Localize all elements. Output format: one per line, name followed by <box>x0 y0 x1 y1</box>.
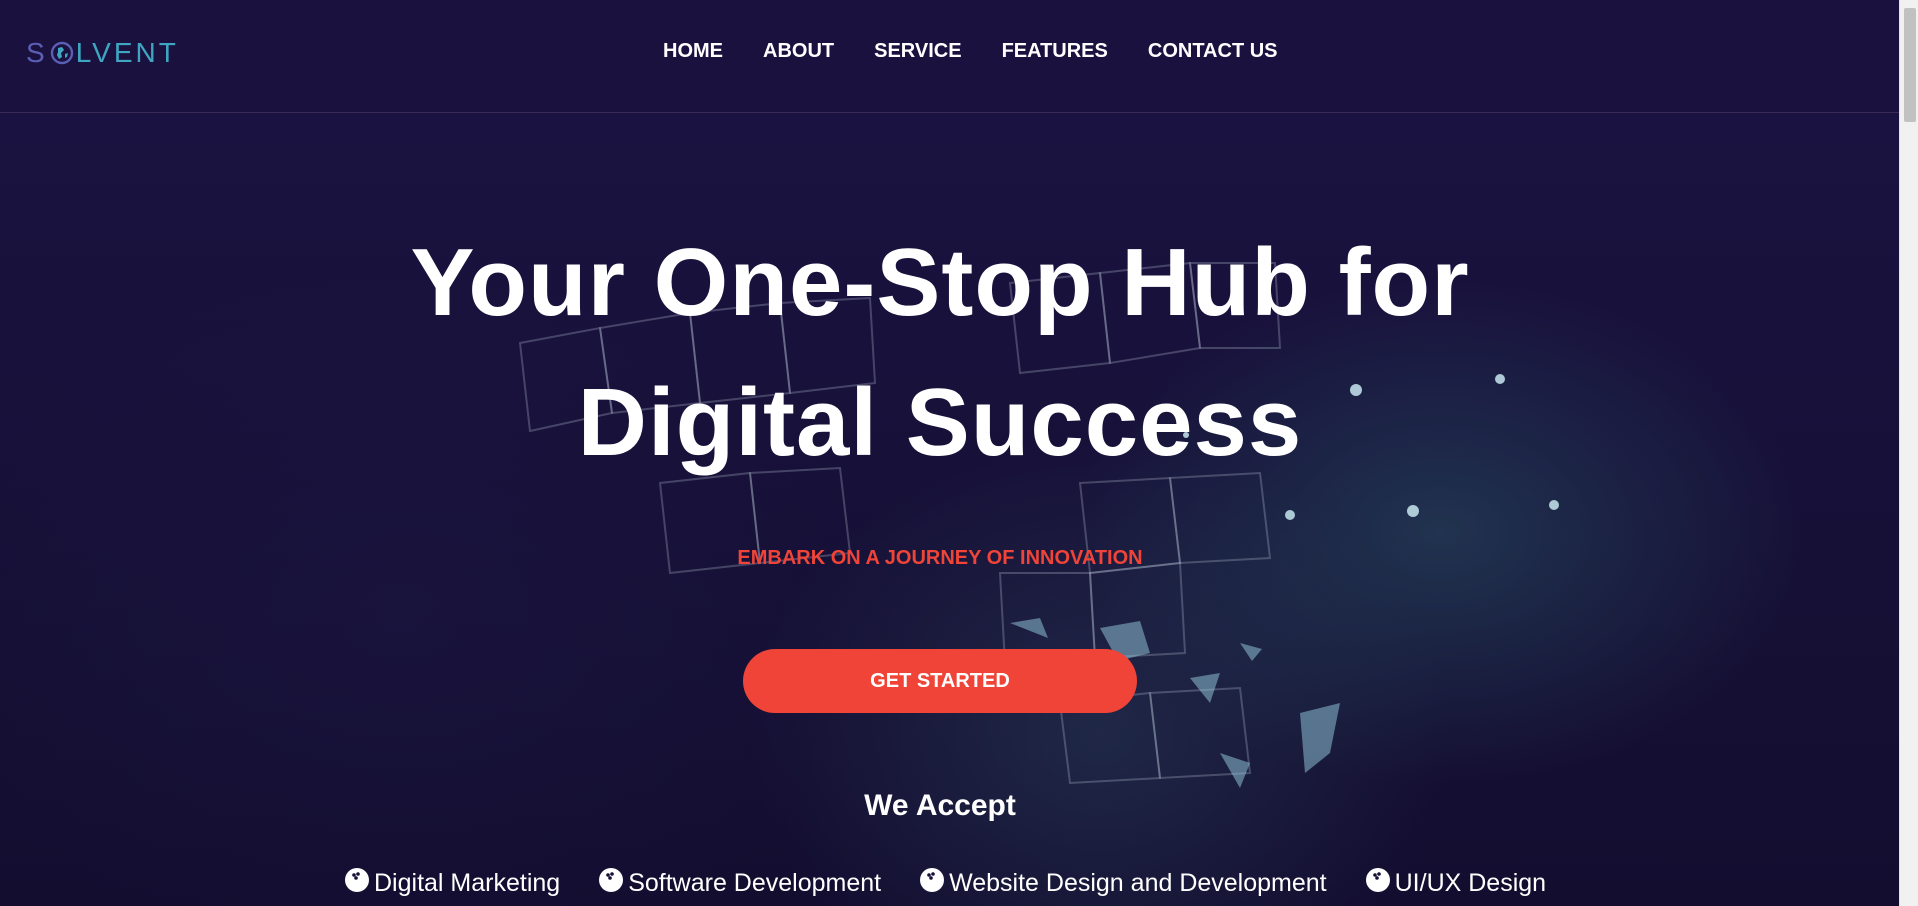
service-label: Digital Marketing <box>374 869 561 897</box>
logo[interactable]: S LVENT <box>26 36 179 70</box>
hero-title-line1: Your One-Stop Hub for <box>410 229 1470 336</box>
get-started-button[interactable]: GET STARTED <box>743 649 1137 713</box>
service-item-ui-ux-design: UI/UX Design <box>1365 867 1547 898</box>
hero-tagline: EMBARK ON A JOURNEY OF INNOVATION <box>737 547 1143 569</box>
bowling-ball-icon <box>1365 867 1390 892</box>
hero-title: Your One-Stop Hub for Digital Success <box>0 213 1880 493</box>
nav-item-contact-us[interactable]: CONTACT US <box>1148 40 1278 63</box>
services-list: Digital Marketing Software Development W… <box>344 867 1584 898</box>
nav-item-home[interactable]: HOME <box>663 40 723 63</box>
bowling-ball-icon <box>345 867 369 892</box>
service-label: UI/UX Design <box>1394 869 1547 897</box>
nav-list: HOME ABOUT SERVICE FEATURES CONTACT US <box>663 40 1318 63</box>
logo-text-end: LVENT <box>75 37 179 68</box>
page-scrollbar[interactable] <box>1899 0 1918 906</box>
bowling-ball-icon <box>599 867 624 892</box>
nav-item-features[interactable]: FEATURES <box>1002 40 1108 63</box>
service-label: Website Design and Development <box>949 869 1327 897</box>
nav-item-about[interactable]: ABOUT <box>763 40 834 63</box>
service-label: Software Development <box>628 869 882 897</box>
service-item-digital-marketing: Digital Marketing <box>344 867 561 898</box>
bowling-ball-icon <box>920 867 945 892</box>
logo-text-start: S <box>26 37 48 68</box>
nav-item-service[interactable]: SERVICE <box>874 40 961 63</box>
page: S LVENT HOME ABOUT SERVICE FEATURES CONT… <box>0 0 1899 906</box>
scrollbar-thumb[interactable] <box>1904 8 1916 122</box>
service-item-software-development: Software Development <box>598 867 882 898</box>
hero-title-line2: Digital Success <box>577 369 1303 476</box>
globe-icon <box>50 41 73 65</box>
service-item-website-design: Website Design and Development <box>919 867 1327 898</box>
site-header: S LVENT HOME ABOUT SERVICE FEATURES CONT… <box>0 0 1899 113</box>
we-accept-heading: We Accept <box>864 789 1016 822</box>
hero-section: Your One-Stop Hub for Digital Success EM… <box>0 113 1899 906</box>
